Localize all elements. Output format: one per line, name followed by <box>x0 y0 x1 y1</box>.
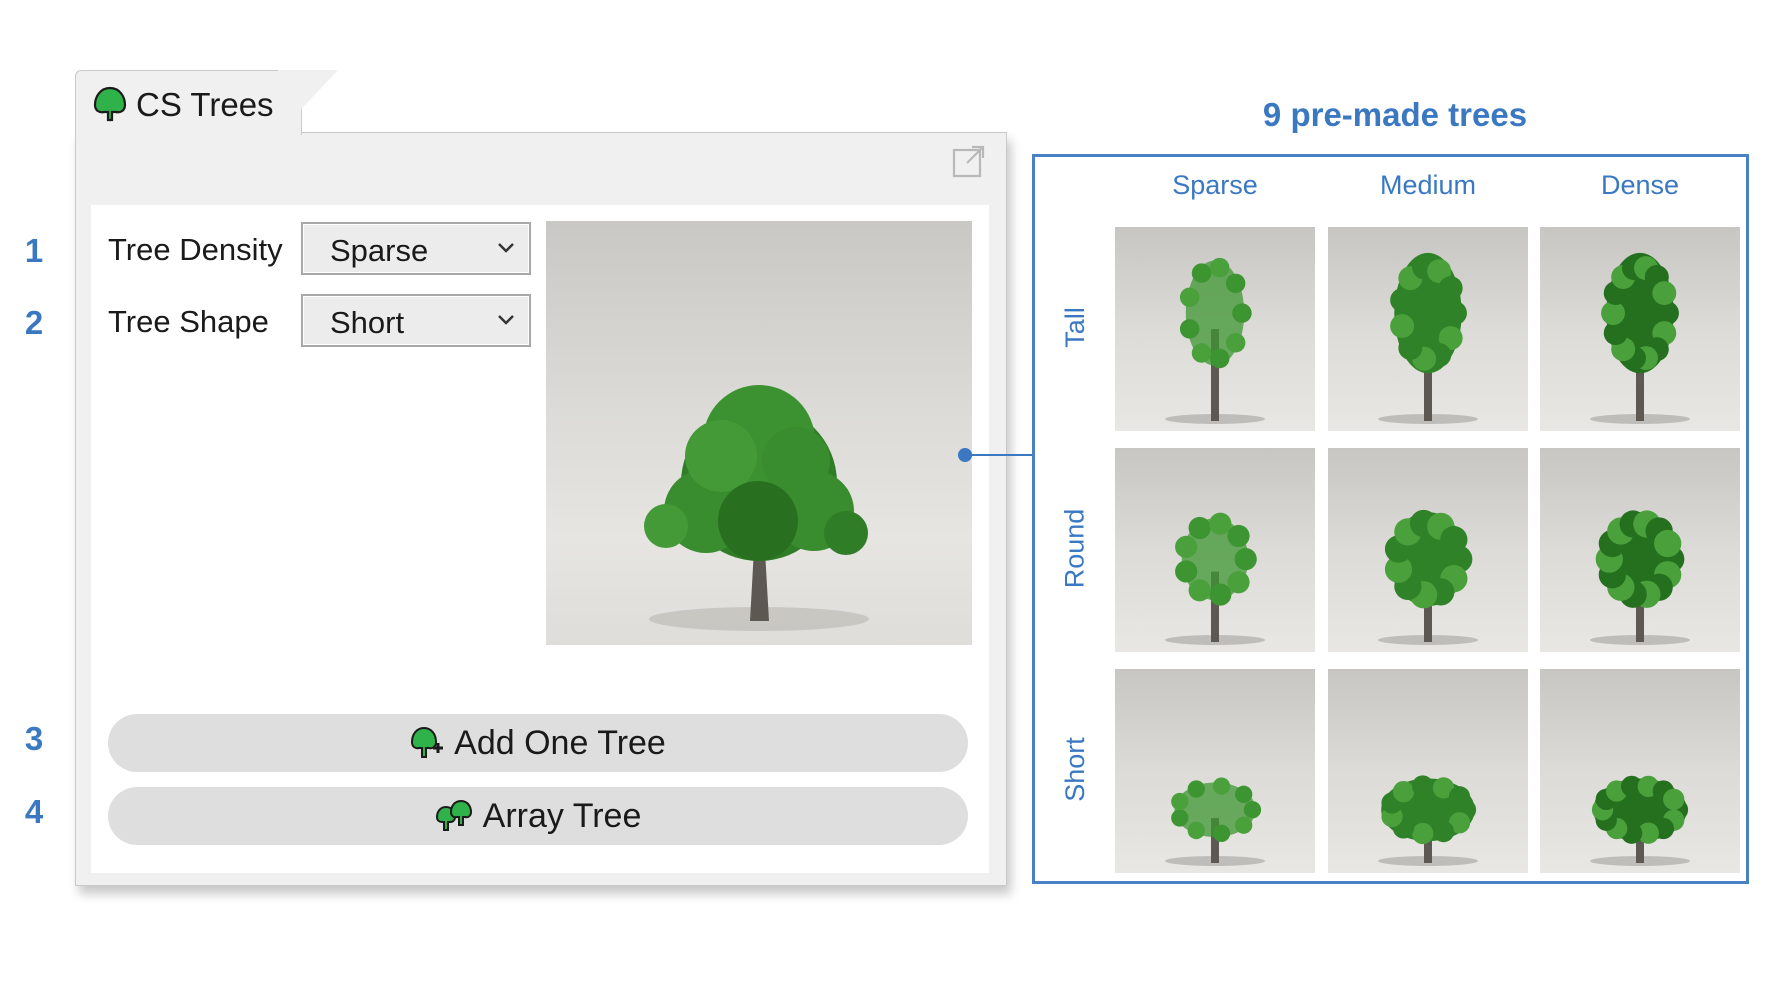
grid-title: 9 pre-made trees <box>1262 96 1528 133</box>
connector-line <box>970 454 1032 456</box>
tree-icon <box>92 86 128 127</box>
chevron-down-icon <box>498 243 514 253</box>
column-header-medium: Medium <box>1379 170 1477 200</box>
tree-preview-image <box>546 221 972 645</box>
row-header-short: Short <box>1059 736 1090 802</box>
add-one-tree-button[interactable]: Add One Tree <box>108 714 968 772</box>
array-tree-button[interactable]: Array Tree <box>108 787 968 845</box>
array-tree-icon <box>435 799 472 831</box>
row-header-tall: Tall <box>1059 306 1090 348</box>
panel-title: CS Trees <box>136 86 274 123</box>
tree-thumb-tall-dense <box>1540 227 1740 431</box>
chevron-down-icon <box>498 315 514 325</box>
add-tree-icon <box>411 726 444 758</box>
step-number-4: 4 <box>24 793 44 830</box>
step-number-3: 3 <box>24 720 44 757</box>
tree-thumb-short-dense <box>1540 669 1740 873</box>
tree-density-value: Sparse <box>330 233 429 268</box>
tree-thumb-short-sparse <box>1115 669 1315 873</box>
column-header-dense: Dense <box>1600 170 1680 200</box>
tree-thumb-tall-medium <box>1328 227 1528 431</box>
column-header-sparse: Sparse <box>1172 170 1258 200</box>
panel-tab-edge <box>278 70 338 134</box>
tree-density-label: Tree Density <box>108 232 283 267</box>
tree-thumb-round-dense <box>1540 448 1740 652</box>
tree-shape-value: Short <box>330 305 405 340</box>
tree-thumb-round-medium <box>1328 448 1528 652</box>
step-number-1: 1 <box>24 232 44 269</box>
add-one-tree-label: Add One Tree <box>454 723 666 762</box>
row-header-round: Round <box>1059 508 1090 588</box>
popout-icon[interactable] <box>952 144 986 183</box>
step-number-2: 2 <box>24 304 44 341</box>
tree-shape-label: Tree Shape <box>108 304 269 339</box>
tree-thumb-short-medium <box>1328 669 1528 873</box>
tree-density-select[interactable]: Sparse <box>301 222 531 275</box>
tree-shape-select[interactable]: Short <box>301 294 531 347</box>
tree-thumb-tall-sparse <box>1115 227 1315 431</box>
tree-thumb-round-sparse <box>1115 448 1315 652</box>
array-tree-label: Array Tree <box>482 796 642 835</box>
